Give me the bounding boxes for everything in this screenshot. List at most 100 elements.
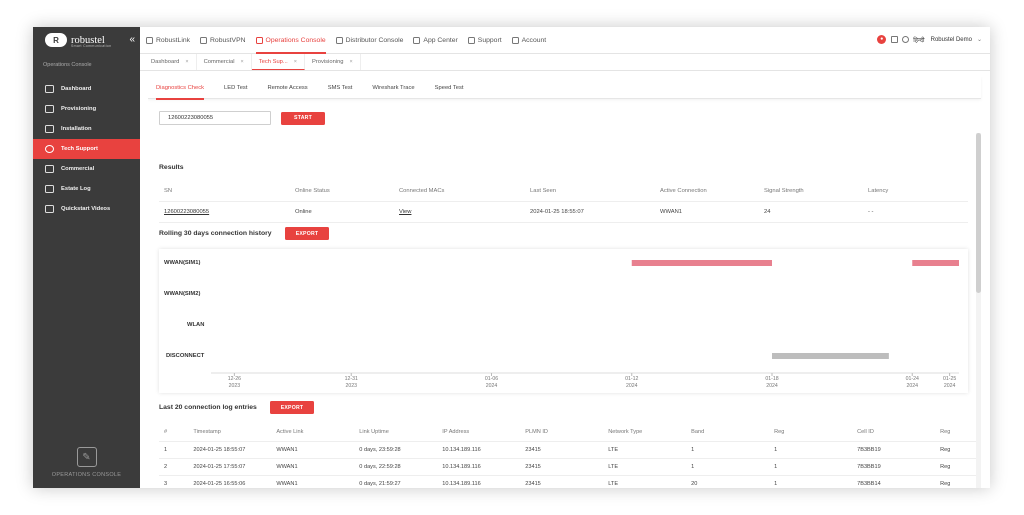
log-export-button[interactable]: EXPORT — [270, 401, 314, 414]
commercial-icon — [45, 165, 54, 173]
timeline-segment-wwan-sim1-0 — [631, 260, 772, 266]
tick-year: 2024 — [906, 382, 919, 389]
log-cell: LTE — [608, 447, 619, 453]
tick-year: 2024 — [766, 382, 778, 389]
log-header-row: # Timestamp Active Link Link Uptime IP Addre… — [159, 423, 981, 442]
user-icon[interactable] — [902, 36, 910, 43]
log-col--0: # — [164, 429, 168, 435]
sidebar-item-provisioning[interactable]: Provisioning — [33, 99, 140, 119]
results-cell-sn[interactable]: 12600223080055 — [159, 209, 290, 215]
nav-operations-console[interactable]: Operations Console — [255, 27, 326, 54]
help-icon[interactable] — [891, 36, 899, 43]
subtab-led-test[interactable]: LED Test — [224, 77, 247, 99]
nav-support[interactable]: Support — [467, 27, 502, 54]
tab-label: Dashboard — [151, 59, 180, 65]
sidebar-item-label: Tech Support — [61, 146, 98, 152]
log-cell: 1 — [691, 447, 695, 453]
sidebar-item-installation[interactable]: Installation — [33, 119, 140, 139]
log-col-plmn-id-5: PLMN ID — [525, 429, 548, 435]
tab-tech-sup[interactable]: Tech Sup... × — [251, 54, 305, 70]
log-cell: 23415 — [525, 481, 541, 487]
nav-robustlink[interactable]: RobustLink — [146, 27, 190, 54]
sidebar-item-quickstart-videos[interactable]: Quickstart Videos — [33, 199, 140, 219]
nav-account[interactable]: Account — [511, 27, 547, 54]
timeline-row-label-wwan-sim1: WWAN(SIM1) — [164, 260, 201, 266]
main-content: Diagnostics Check LED Test Remote Access SM… — [148, 77, 983, 488]
sidebar-item-label: Estate Log — [61, 186, 91, 192]
start-button[interactable]: START — [281, 111, 325, 125]
results-cell-active-connection: WWAN1 — [660, 209, 683, 215]
timeline-tick-label: 12-26 2023 — [219, 376, 249, 389]
subtab-speed-test[interactable]: Speed Test — [435, 77, 464, 99]
operations-console-badge: ✎ OPERATIONS CONSOLE — [33, 447, 140, 478]
close-icon[interactable]: × — [294, 59, 297, 65]
timeline-segment-wwan-sim1-1 — [912, 260, 959, 266]
app-center-icon — [413, 36, 421, 44]
timeline-row-label-disconnect: DISCONNECT — [166, 353, 205, 359]
log-cell: 20 — [691, 481, 698, 487]
nav-label: Operations Console — [265, 36, 326, 44]
subtab-sms-test[interactable]: SMS Test — [328, 77, 353, 99]
timeline-tick-label: 01-24 2024 — [897, 376, 927, 389]
table-row: 3 2024-01-25 16:55:06 WWAN1 0 days, 21:59:2… — [159, 476, 981, 488]
log-cell: 3 — [164, 481, 168, 487]
sidebar-item-estate-log[interactable]: Estate Log — [33, 179, 140, 199]
connection-history-chart: WWAN(SIM1) WWAN(SIM2) WLAN DISCONNECT 12-26 2… — [159, 249, 968, 393]
close-icon[interactable]: × — [241, 59, 244, 65]
sidebar-item-dashboard[interactable]: Dashboard — [33, 79, 140, 99]
nav-label: Account — [521, 36, 547, 44]
nav-distributor-console[interactable]: Distributor Console — [335, 27, 403, 54]
log-cell: 0 days, 23:59:28 — [359, 447, 401, 453]
sidebar-item-label: Dashboard — [61, 86, 92, 92]
serial-number-input[interactable]: 12600223080055 — [159, 111, 271, 125]
sidebar-item-commercial[interactable]: Commercial — [33, 159, 140, 179]
scrollbar-thumb[interactable] — [976, 133, 981, 293]
timeline-svg — [211, 260, 959, 376]
installation-icon — [45, 125, 54, 133]
notification-icon[interactable]: ● — [877, 35, 887, 44]
sidebar-item-label: Installation — [61, 126, 92, 132]
tab-label: Tech Sup... — [258, 58, 288, 65]
nav-label: Support — [477, 36, 502, 44]
tick-year: 2024 — [943, 382, 956, 389]
log-cell: 7B3BB19 — [857, 447, 881, 453]
results-col-latency: Latency — [868, 188, 889, 194]
log-col-network-type-6: Network Type — [608, 429, 643, 435]
log-cell: WWAN1 — [276, 464, 298, 470]
results-cell-online-status: Online — [295, 209, 312, 215]
timeline-row-label-wwan-sim2: WWAN(SIM2) — [164, 291, 201, 297]
tab-commercial[interactable]: Commercial × — [197, 54, 252, 70]
log-cell: 0 days, 21:59:27 — [359, 481, 401, 487]
history-export-button[interactable]: EXPORT — [285, 227, 329, 240]
tools-icon: ✎ — [76, 447, 97, 467]
log-cell: 1 — [774, 447, 778, 453]
log-cell: 7B3BB14 — [857, 481, 881, 487]
user-name[interactable]: Robustel Demo — [931, 37, 972, 43]
logo-subtitle: Smart Communication — [71, 44, 112, 48]
subtab-diagnostics-check[interactable]: Diagnostics Check — [156, 77, 205, 100]
log-cell: 7B3BB19 — [857, 464, 881, 470]
log-col-reg-8: Reg — [774, 429, 785, 435]
tick-year: 2023 — [228, 382, 241, 389]
log-cell: 2 — [164, 464, 168, 470]
distributor-console-icon — [335, 36, 343, 44]
results-table: SN Online Status Connected MACs Last Seen Ac… — [159, 181, 968, 223]
log-cell: LTE — [608, 481, 619, 487]
close-icon[interactable]: × — [350, 59, 353, 65]
nav-label: RobustVPN — [210, 36, 246, 44]
subtab-wireshark-trace[interactable]: Wireshark Trace — [372, 77, 414, 99]
tab-dashboard[interactable]: Dashboard × — [144, 54, 197, 70]
nav-robustvpn[interactable]: RobustVPN — [200, 27, 246, 54]
tech-support-icon — [45, 145, 54, 153]
close-icon[interactable]: × — [185, 59, 188, 65]
chevron-down-icon[interactable]: ⌄ — [977, 36, 982, 43]
language-selector[interactable]: हिन्दी — [913, 36, 924, 44]
subtab-remote-access[interactable]: Remote Access — [267, 77, 307, 99]
tab-provisioning[interactable]: Provisioning × — [305, 54, 361, 70]
cloud-logo-icon: R — [45, 33, 67, 47]
sidebar-item-tech-support[interactable]: Tech Support — [33, 139, 140, 159]
collapse-sidebar-icon[interactable]: « — [129, 34, 135, 45]
vertical-scrollbar[interactable] — [976, 133, 981, 488]
results-cell-connected-macs[interactable]: View — [394, 209, 525, 215]
nav-app-center[interactable]: App Center — [413, 27, 458, 54]
